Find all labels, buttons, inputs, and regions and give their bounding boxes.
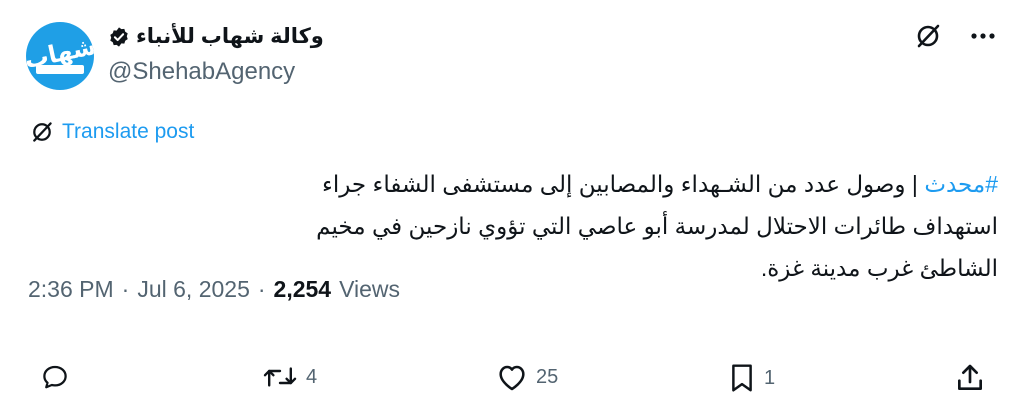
display-name[interactable]: وكالة شهاب للأنباء bbox=[136, 24, 324, 49]
like-button[interactable]: 25 bbox=[496, 362, 558, 392]
like-count: 25 bbox=[536, 365, 559, 388]
grok-icon bbox=[30, 120, 54, 144]
post-body: | وصول عدد من الشـهداء والمصابين إلى مست… bbox=[316, 171, 998, 281]
reply-icon bbox=[40, 362, 70, 392]
share-icon bbox=[954, 362, 986, 394]
bookmark-icon bbox=[728, 362, 756, 394]
repost-count: 4 bbox=[306, 365, 318, 388]
account-name-row[interactable]: وكالة شهاب للأنباء bbox=[108, 24, 324, 49]
meta-separator: · bbox=[257, 276, 266, 302]
grok-icon[interactable] bbox=[914, 22, 942, 50]
post-date[interactable]: Jul 6, 2025 bbox=[137, 276, 250, 303]
share-button[interactable] bbox=[954, 362, 994, 394]
post-text: #محدث | وصول عدد من الشـهداء والمصابين إ… bbox=[250, 163, 998, 289]
views-label: Views bbox=[339, 276, 401, 302]
hashtag-link[interactable]: #محدث bbox=[924, 171, 998, 197]
post-meta: 2:36 PM · Jul 6, 2025 · 2,254 Views bbox=[28, 276, 400, 303]
views-count: 2,254 bbox=[273, 276, 332, 302]
reply-button[interactable] bbox=[40, 362, 78, 392]
account-handle[interactable]: @ShehabAgency bbox=[108, 58, 295, 86]
translate-post[interactable]: Translate post bbox=[30, 120, 194, 144]
action-bar: 4 25 1 bbox=[0, 350, 1024, 406]
more-horizontal-icon[interactable] bbox=[970, 32, 996, 40]
bookmark-button[interactable]: 1 bbox=[728, 362, 775, 394]
post-time[interactable]: 2:36 PM bbox=[28, 276, 114, 303]
like-icon bbox=[496, 362, 528, 392]
translate-post-link[interactable]: Translate post bbox=[62, 120, 194, 144]
bookmark-count: 1 bbox=[764, 366, 776, 389]
avatar[interactable]: شهاب bbox=[26, 22, 94, 90]
repost-button[interactable]: 4 bbox=[262, 362, 317, 392]
meta-separator: · bbox=[121, 276, 130, 302]
verified-badge-icon bbox=[108, 26, 130, 48]
repost-icon bbox=[262, 362, 298, 392]
